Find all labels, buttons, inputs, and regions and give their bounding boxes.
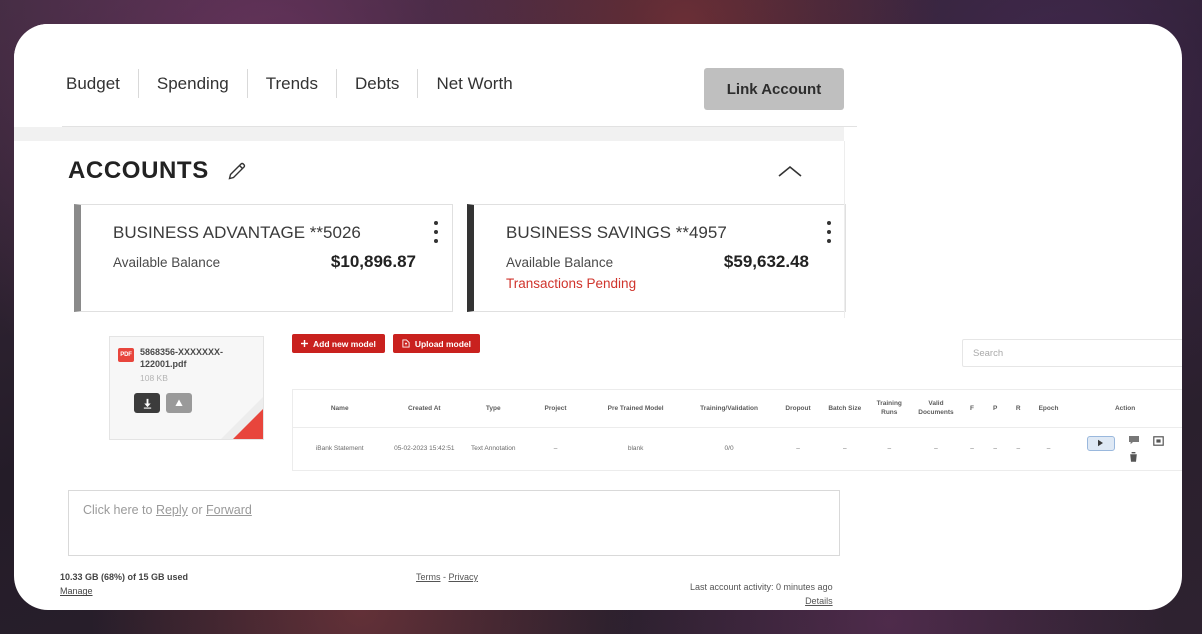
upload-model-button[interactable]: Upload model bbox=[393, 334, 480, 353]
models-table: Name Created At Type Project Pre Trained… bbox=[293, 390, 1182, 470]
privacy-link[interactable]: Privacy bbox=[449, 572, 479, 582]
top-navigation: Budget Spending Trends Debts Net Worth L… bbox=[14, 24, 844, 127]
model-toolbar: Add new model Upload model bbox=[292, 334, 480, 353]
accounts-header: ACCOUNTS bbox=[68, 157, 249, 185]
reply-prefix-text: Click here to bbox=[83, 503, 156, 517]
cell-pre-trained-model: blank bbox=[587, 427, 685, 470]
account-balance-row: Available Balance $59,632.48 bbox=[506, 252, 825, 272]
col-f[interactable]: F bbox=[960, 390, 983, 427]
reply-middle-text: or bbox=[188, 503, 206, 517]
cell-dropout: – bbox=[774, 427, 823, 470]
upload-model-label: Upload model bbox=[415, 339, 471, 349]
last-activity-text: Last account activity: 0 minutes ago bbox=[690, 582, 833, 592]
kebab-menu-icon[interactable] bbox=[827, 221, 831, 248]
col-dropout[interactable]: Dropout bbox=[774, 390, 823, 427]
card-corner-flag bbox=[233, 409, 263, 439]
file-name: 5868356-XXXXXXX-122001.pdf bbox=[140, 346, 255, 370]
tab-budget[interactable]: Budget bbox=[66, 69, 139, 98]
play-icon[interactable] bbox=[1087, 436, 1115, 451]
account-card-business-advantage[interactable]: BUSINESS ADVANTAGE **5026 Available Bala… bbox=[74, 204, 453, 312]
col-valid-documents[interactable]: Valid Documents bbox=[912, 390, 961, 427]
cell-created-at: 05-02-2023 15:42:51 bbox=[386, 427, 462, 470]
link-account-button[interactable]: Link Account bbox=[704, 68, 844, 110]
tab-net-worth[interactable]: Net Worth bbox=[418, 69, 530, 98]
manage-storage-link[interactable]: Manage bbox=[60, 584, 188, 598]
account-balance-amount: $59,632.48 bbox=[724, 252, 809, 272]
cell-training-validation: 0/0 bbox=[685, 427, 774, 470]
tab-spending[interactable]: Spending bbox=[139, 69, 248, 98]
models-table-wrapper: Name Created At Type Project Pre Trained… bbox=[292, 389, 1182, 471]
plus-icon bbox=[301, 340, 308, 347]
footer-separator: - bbox=[441, 572, 449, 582]
col-batch-size[interactable]: Batch Size bbox=[823, 390, 868, 427]
cell-batch-size: – bbox=[823, 427, 868, 470]
account-balance-label: Available Balance bbox=[506, 255, 613, 270]
col-type[interactable]: Type bbox=[462, 390, 524, 427]
status-badge-transactions-pending: Transactions Pending bbox=[506, 276, 825, 291]
storage-usage-text: 10.33 GB (68%) of 15 GB used bbox=[60, 572, 188, 582]
account-name: BUSINESS ADVANTAGE **5026 bbox=[113, 223, 432, 243]
account-card-business-savings[interactable]: BUSINESS SAVINGS **4957 Available Balanc… bbox=[467, 204, 846, 312]
col-created-at[interactable]: Created At bbox=[386, 390, 462, 427]
tab-trends[interactable]: Trends bbox=[248, 69, 337, 98]
cell-r: – bbox=[1007, 427, 1030, 470]
accounts-card-list: BUSINESS ADVANTAGE **5026 Available Bala… bbox=[74, 204, 846, 312]
models-table-header-row: Name Created At Type Project Pre Trained… bbox=[293, 390, 1182, 427]
table-row[interactable]: iBank Statement 05-02-2023 15:42:51 Text… bbox=[293, 427, 1182, 470]
account-balance-label: Available Balance bbox=[113, 255, 220, 270]
col-training-validation[interactable]: Training/Validation bbox=[685, 390, 774, 427]
file-size: 108 KB bbox=[140, 373, 255, 383]
cell-valid-documents: – bbox=[912, 427, 961, 470]
footer: 10.33 GB (68%) of 15 GB used Manage Term… bbox=[14, 564, 1182, 610]
col-p[interactable]: P bbox=[984, 390, 1007, 427]
section-separator-band bbox=[14, 127, 844, 141]
terms-link[interactable]: Terms bbox=[416, 572, 441, 582]
cell-name: iBank Statement bbox=[293, 427, 386, 470]
nav-tabs: Budget Spending Trends Debts Net Worth bbox=[66, 69, 531, 98]
col-pre-trained-model[interactable]: Pre Trained Model bbox=[587, 390, 685, 427]
activity-details-link[interactable]: Details bbox=[690, 594, 833, 608]
file-header: PDF 5868356-XXXXXXX-122001.pdf 108 KB bbox=[110, 337, 263, 383]
col-project[interactable]: Project bbox=[524, 390, 586, 427]
accounts-panel: ACCOUNTS BUSINESS ADVANTAGE **5026 Avail… bbox=[14, 141, 844, 318]
col-r[interactable]: R bbox=[1007, 390, 1030, 427]
account-name: BUSINESS SAVINGS **4957 bbox=[506, 223, 825, 243]
reply-link[interactable]: Reply bbox=[156, 503, 188, 517]
add-new-model-label: Add new model bbox=[313, 339, 376, 349]
cell-type: Text Annotation bbox=[462, 427, 524, 470]
search-input[interactable] bbox=[962, 339, 1182, 367]
cell-p: – bbox=[984, 427, 1007, 470]
cell-training-runs: – bbox=[867, 427, 912, 470]
reply-forward-box[interactable]: Click here to Reply or Forward bbox=[68, 490, 840, 556]
cell-epoch: – bbox=[1030, 427, 1067, 470]
forward-link[interactable]: Forward bbox=[206, 503, 252, 517]
pdf-icon: PDF bbox=[118, 348, 134, 362]
cell-actions bbox=[1067, 427, 1182, 470]
cell-f: – bbox=[960, 427, 983, 470]
trash-icon[interactable] bbox=[1129, 452, 1138, 462]
kebab-menu-icon[interactable] bbox=[434, 221, 438, 248]
file-upload-icon bbox=[402, 339, 410, 348]
google-drive-icon[interactable] bbox=[166, 393, 192, 413]
tab-debts[interactable]: Debts bbox=[337, 69, 418, 98]
download-icon[interactable] bbox=[134, 393, 160, 413]
pencil-icon[interactable] bbox=[225, 159, 249, 183]
app-window: Budget Spending Trends Debts Net Worth L… bbox=[14, 24, 1182, 610]
chevron-up-icon[interactable] bbox=[776, 163, 804, 181]
col-epoch[interactable]: Epoch bbox=[1030, 390, 1067, 427]
add-new-model-button[interactable]: Add new model bbox=[292, 334, 385, 353]
col-action: Action bbox=[1067, 390, 1182, 427]
col-training-runs[interactable]: Training Runs bbox=[867, 390, 912, 427]
accounts-title: ACCOUNTS bbox=[68, 157, 209, 185]
account-balance-amount: $10,896.87 bbox=[331, 252, 416, 272]
account-balance-row: Available Balance $10,896.87 bbox=[113, 252, 432, 272]
comment-icon[interactable] bbox=[1129, 436, 1139, 445]
archive-icon[interactable] bbox=[1153, 436, 1164, 446]
col-name[interactable]: Name bbox=[293, 390, 386, 427]
cell-project: – bbox=[524, 427, 586, 470]
file-attachment-card[interactable]: PDF 5868356-XXXXXXX-122001.pdf 108 KB bbox=[109, 336, 264, 440]
